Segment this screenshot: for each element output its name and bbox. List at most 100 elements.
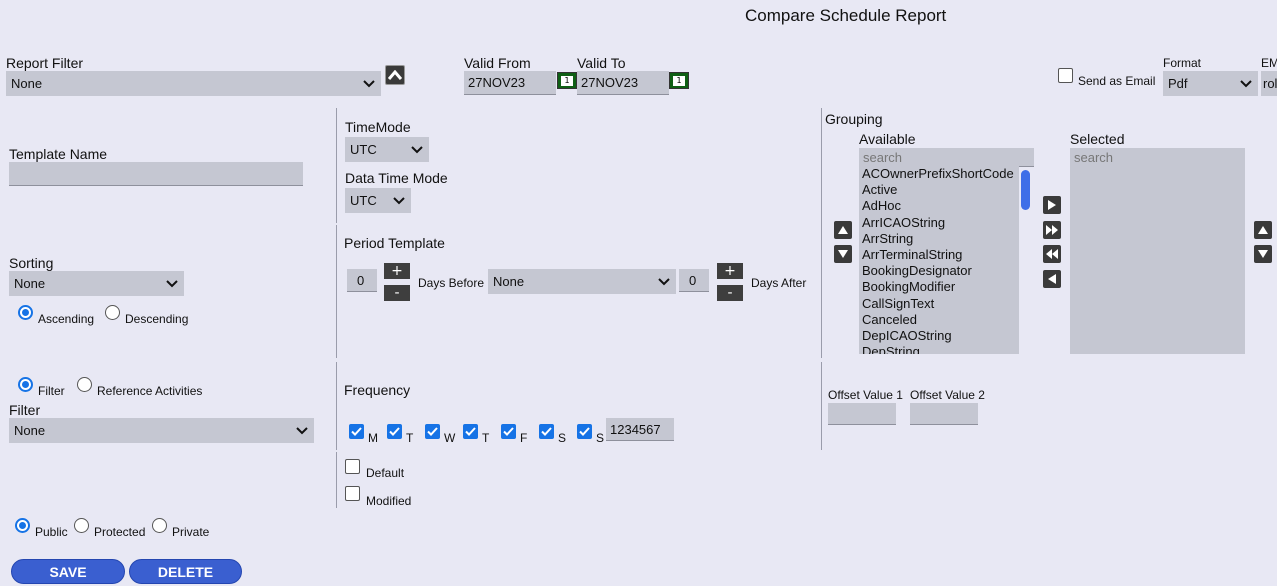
days-after-minus-button[interactable]: - <box>717 285 743 301</box>
frequency-day-checkbox[interactable] <box>501 424 516 439</box>
frequency-label: Frequency <box>344 382 411 398</box>
available-list-item[interactable]: DepICAOString <box>859 328 1019 344</box>
available-list-scrollbar[interactable] <box>1021 170 1030 210</box>
frequency-day-label: S <box>596 431 605 445</box>
available-list-item[interactable]: Canceled <box>859 312 1019 328</box>
available-list-item[interactable]: ACOwnerPrefixShortCode <box>859 166 1019 182</box>
send-as-email-checkbox[interactable] <box>1058 68 1073 83</box>
save-button[interactable]: SAVE <box>11 559 125 584</box>
frequency-day-checkbox[interactable] <box>539 424 554 439</box>
valid-to-input[interactable]: 27NOV23 <box>577 71 669 95</box>
frequency-day-checkbox[interactable] <box>387 424 402 439</box>
offset-value-1-label: Offset Value 1 <box>828 388 903 402</box>
default-checkbox[interactable] <box>345 459 360 474</box>
available-list-item[interactable]: ArrTerminalString <box>859 247 1019 263</box>
add-selected-button[interactable] <box>1043 196 1061 214</box>
available-list-item[interactable]: DepString <box>859 344 1019 354</box>
days-before-input[interactable]: 0 <box>347 269 377 292</box>
available-search-input[interactable]: search <box>859 148 1034 167</box>
available-list-item[interactable]: BookingModifier <box>859 279 1019 295</box>
available-list-item[interactable]: AdHoc <box>859 198 1019 214</box>
chevron-down-icon <box>296 426 308 434</box>
time-mode-select[interactable]: UTC <box>345 137 429 162</box>
valid-from-label: Valid From <box>464 55 531 71</box>
available-list-item[interactable]: CallSignText <box>859 296 1019 312</box>
descending-radio[interactable] <box>105 305 120 320</box>
checkmark-icon <box>579 427 590 436</box>
calendar-icon[interactable]: 1 <box>669 72 689 89</box>
selected-move-up-button[interactable] <box>1254 221 1272 239</box>
grouping-label: Grouping <box>825 111 883 127</box>
chevron-up-icon <box>388 70 402 80</box>
available-list[interactable]: ACOwnerPrefixShortCode Active AdHoc ArrICAO… <box>859 166 1019 354</box>
checkmark-icon <box>503 427 514 436</box>
triangle-down-icon <box>1258 250 1268 258</box>
email-input[interactable]: rol <box>1261 71 1277 96</box>
offset-value-1-input[interactable] <box>828 403 896 425</box>
valid-to-value: 27NOV23 <box>581 75 639 90</box>
frequency-day-checkbox[interactable] <box>463 424 478 439</box>
valid-from-input[interactable]: 27NOV23 <box>464 71 556 95</box>
days-before-minus-button[interactable]: - <box>384 285 410 301</box>
frequency-day-checkbox[interactable] <box>577 424 592 439</box>
frequency-day-label: T <box>482 431 490 445</box>
filter-select[interactable]: None <box>9 418 314 443</box>
calendar-icon[interactable]: 1 <box>557 72 577 89</box>
template-name-label: Template Name <box>9 146 108 162</box>
chevron-down-icon <box>411 145 423 153</box>
divider <box>336 225 337 358</box>
format-select[interactable]: Pdf <box>1163 71 1258 96</box>
private-radio[interactable] <box>152 518 167 533</box>
valid-from-value: 27NOV23 <box>468 75 526 90</box>
selected-move-down-button[interactable] <box>1254 245 1272 263</box>
checkmark-icon <box>541 427 552 436</box>
triangle-up-icon <box>838 226 848 234</box>
filter-value: None <box>14 423 46 438</box>
calendar-day: 1 <box>561 76 573 86</box>
remove-selected-button[interactable] <box>1043 270 1061 288</box>
move-down-button[interactable] <box>834 245 852 263</box>
template-name-input[interactable] <box>9 162 303 186</box>
available-list-item[interactable]: Active <box>859 182 1019 198</box>
collapse-filter-button[interactable] <box>385 65 405 85</box>
modified-label: Modified <box>366 494 412 508</box>
frequency-day-label: W <box>444 431 456 445</box>
format-label: Format <box>1163 56 1202 70</box>
days-before-plus-button[interactable]: + <box>384 263 410 279</box>
offset-value-2-input[interactable] <box>910 403 978 425</box>
delete-button[interactable]: DELETE <box>129 559 242 584</box>
remove-all-button[interactable] <box>1043 245 1061 263</box>
available-list-item[interactable]: BookingDesignator <box>859 263 1019 279</box>
available-list-item[interactable]: ArrString <box>859 231 1019 247</box>
time-mode-label: TimeMode <box>345 119 411 135</box>
sorting-value: None <box>14 276 46 291</box>
public-radio[interactable] <box>15 518 30 533</box>
protected-radio[interactable] <box>74 518 89 533</box>
ascending-radio[interactable] <box>18 305 33 320</box>
protected-label: Protected <box>94 525 146 539</box>
public-label: Public <box>35 525 68 539</box>
move-up-button[interactable] <box>834 221 852 239</box>
frequency-day-checkbox[interactable] <box>425 424 440 439</box>
selected-search-input[interactable]: search <box>1070 148 1245 167</box>
period-template-value: None <box>493 274 525 289</box>
available-search-placeholder: search <box>863 149 903 165</box>
selected-list[interactable] <box>1070 166 1245 354</box>
frequency-input[interactable]: 1234567 <box>606 418 674 441</box>
data-time-mode-select[interactable]: UTC <box>345 188 411 213</box>
frequency-day-checkbox[interactable] <box>349 424 364 439</box>
available-list-item[interactable]: ArrICAOString <box>859 215 1019 231</box>
period-template-select[interactable]: None <box>488 269 676 294</box>
reference-activities-radio[interactable] <box>77 377 92 392</box>
report-filter-select[interactable]: None <box>6 71 381 96</box>
default-label: Default <box>366 466 405 480</box>
days-before-label: Days Before <box>418 276 485 290</box>
add-all-button[interactable] <box>1043 221 1061 239</box>
filter-radio[interactable] <box>18 377 33 392</box>
frequency-day-label: T <box>406 431 414 445</box>
days-after-plus-button[interactable]: + <box>717 263 743 279</box>
days-after-value: 0 <box>689 272 697 288</box>
modified-checkbox[interactable] <box>345 486 360 501</box>
days-after-input[interactable]: 0 <box>679 269 709 292</box>
sorting-select[interactable]: None <box>9 271 184 296</box>
